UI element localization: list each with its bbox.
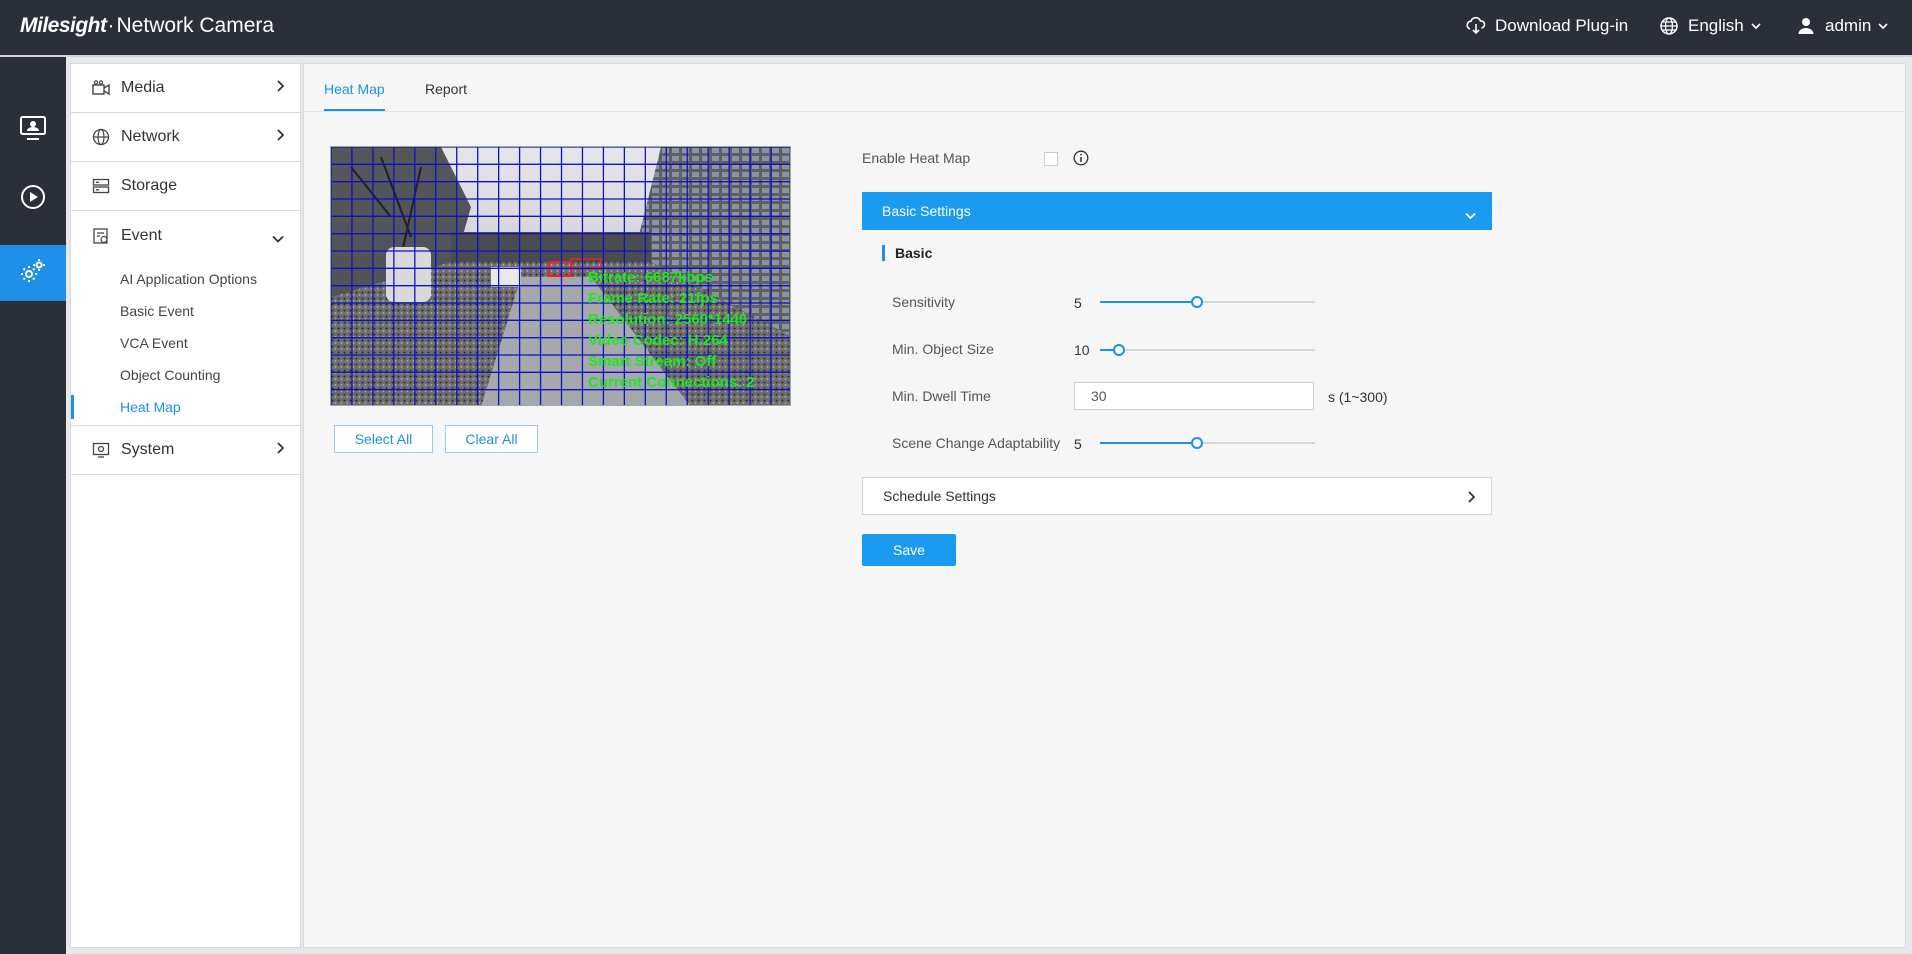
user-label: admin — [1825, 16, 1872, 35]
playback-icon — [19, 183, 47, 216]
submenu-basic-event[interactable]: Basic Event — [71, 295, 300, 327]
icon-rail — [0, 57, 66, 954]
min-object-size-value: 10 — [1074, 342, 1090, 358]
clear-all-button[interactable]: Clear All — [445, 425, 538, 453]
event-icon — [91, 226, 111, 246]
submenu-vca-event[interactable]: VCA Event — [71, 327, 300, 359]
menu-item-system[interactable]: System — [71, 426, 300, 475]
dwell-range-hint: s (1~300) — [1328, 389, 1388, 405]
system-icon — [91, 440, 111, 460]
menu-label-event: Event — [121, 226, 162, 244]
slider-thumb[interactable] — [1113, 344, 1126, 356]
menu-item-media[interactable]: Media — [71, 64, 300, 113]
plugin-icon — [1466, 16, 1486, 36]
tab-bar: Heat Map Report — [304, 64, 1905, 112]
video-preview[interactable]: Bitrate: 6687kbps Frame Rate: 21fps Reso… — [330, 146, 791, 406]
menu-item-event[interactable]: Event — [71, 211, 300, 260]
submenu-heat-map[interactable]: Heat Map — [71, 391, 300, 423]
schedule-settings-header[interactable]: Schedule Settings — [862, 477, 1492, 515]
brand: Milesight·Network Camera — [20, 14, 275, 37]
enable-heat-map-label: Enable Heat Map — [862, 150, 971, 166]
rail-settings[interactable] — [0, 245, 66, 301]
tab-report[interactable]: Report — [425, 81, 467, 109]
info-icon[interactable] — [1073, 150, 1089, 171]
menu-label-media: Media — [121, 79, 165, 96]
download-plugin-button[interactable]: Download Plug-in — [1466, 16, 1628, 36]
chevron-right-icon — [276, 79, 285, 97]
event-submenu: AI Application Options Basic Event VCA E… — [71, 260, 300, 426]
select-all-button[interactable]: Select All — [334, 425, 433, 453]
globe-icon — [91, 127, 111, 147]
sensitivity-label: Sensitivity — [892, 294, 956, 310]
scene-change-slider[interactable] — [1100, 436, 1315, 450]
brand-product: Network Camera — [116, 14, 275, 37]
slider-fill — [1100, 301, 1197, 303]
basic-section-heading: Basic — [882, 245, 932, 261]
scene-change-value: 5 — [1074, 436, 1082, 452]
min-dwell-time-input[interactable] — [1074, 382, 1314, 410]
min-object-size-slider[interactable] — [1100, 343, 1315, 357]
sensitivity-value: 5 — [1074, 295, 1082, 311]
user-icon — [1796, 16, 1816, 36]
tab-heat-map[interactable]: Heat Map — [324, 81, 385, 111]
brand-logo: Milesight — [20, 14, 107, 37]
osd-resolution: Resolution: 2560*1440 — [588, 311, 748, 328]
top-bar: Milesight·Network Camera Download Plug-i… — [0, 0, 1912, 57]
min-dwell-time-label: Min. Dwell Time — [892, 388, 991, 404]
content-panel: Heat Map Report Bitrate: 6687kbps Frame … — [303, 63, 1906, 948]
chevron-down-icon — [1751, 22, 1761, 30]
live-view-icon — [19, 115, 47, 146]
chevron-down-icon — [272, 230, 284, 248]
sensitivity-slider[interactable] — [1100, 295, 1315, 309]
osd-smart-stream: Smart Stream: Off — [588, 353, 717, 370]
storage-icon — [91, 176, 111, 196]
menu-label-system: System — [121, 441, 175, 458]
camera-icon — [91, 78, 111, 98]
scene-change-label: Scene Change Adaptability — [892, 435, 1061, 451]
save-button[interactable]: Save — [862, 534, 956, 566]
osd-connections: Current Connections: 2 — [588, 374, 755, 391]
chevron-right-icon — [276, 441, 285, 459]
osd-bitrate: Bitrate: 6687kbps — [588, 269, 714, 286]
osd-video-codec: Video Codec: H.264 — [588, 332, 728, 349]
settings-menu: Media Network Storage Event AI Applicati… — [70, 63, 301, 948]
basic-settings-header[interactable]: Basic Settings — [862, 192, 1492, 230]
rail-playback[interactable] — [0, 171, 66, 227]
slider-thumb[interactable] — [1190, 437, 1203, 449]
language-label: English — [1688, 16, 1744, 35]
menu-label-network: Network — [121, 128, 180, 145]
video-osd: Bitrate: 6687kbps Frame Rate: 21fps Reso… — [588, 267, 755, 393]
language-dropdown[interactable]: English — [1659, 16, 1761, 36]
chevron-right-icon — [1467, 490, 1476, 506]
rail-live-view[interactable] — [0, 102, 66, 158]
min-object-size-label: Min. Object Size — [892, 341, 994, 357]
slider-fill — [1100, 442, 1197, 444]
download-plugin-label: Download Plug-in — [1495, 16, 1629, 35]
menu-item-network[interactable]: Network — [71, 113, 300, 162]
chevron-down-icon — [1878, 22, 1888, 30]
chevron-down-icon — [1465, 207, 1476, 223]
chevron-right-icon — [276, 128, 285, 146]
user-menu[interactable]: admin — [1796, 16, 1888, 36]
basic-settings-title: Basic Settings — [882, 203, 971, 219]
slider-thumb[interactable] — [1190, 296, 1203, 308]
settings-icon — [17, 255, 49, 292]
schedule-settings-title: Schedule Settings — [883, 488, 996, 504]
enable-heat-map-checkbox[interactable] — [1044, 152, 1058, 166]
menu-label-storage: Storage — [121, 177, 178, 194]
slider-track — [1100, 349, 1315, 351]
menu-item-storage[interactable]: Storage — [71, 162, 300, 211]
submenu-object-counting[interactable]: Object Counting — [71, 359, 300, 391]
submenu-ai-application-options[interactable]: AI Application Options — [71, 263, 300, 295]
globe-icon — [1659, 16, 1679, 36]
osd-frame-rate: Frame Rate: 21fps — [588, 290, 719, 307]
